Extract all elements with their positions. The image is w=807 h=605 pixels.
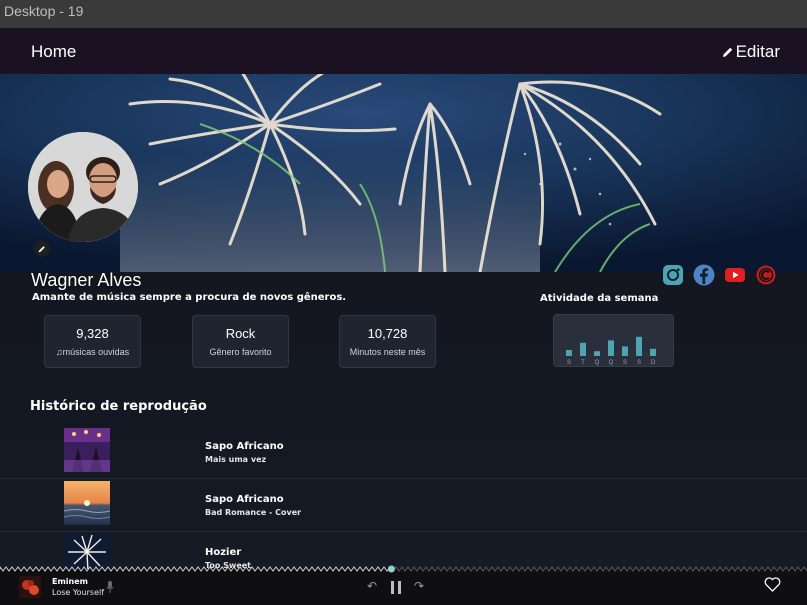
track-title: Hozier — [205, 547, 242, 558]
history-title: Histórico de reprodução — [30, 399, 207, 414]
stat-label: Minutos neste mês — [349, 347, 426, 357]
activity-chart: STQQSSD — [553, 314, 674, 367]
track-title: Sapo Africano — [205, 494, 284, 505]
history-row[interactable]: Sapo Africano Mais uma vez — [0, 426, 807, 479]
activity-bar — [650, 348, 656, 356]
stat-value: Rock — [225, 326, 256, 341]
stat-label: Gênero favorito — [209, 347, 272, 357]
instagram-icon[interactable] — [662, 264, 684, 286]
forward-icon[interactable]: ↷ — [414, 579, 424, 593]
now-playing-artist: Eminem — [52, 577, 88, 586]
stat-value: 10,728 — [367, 326, 408, 341]
avatar[interactable] — [28, 132, 138, 242]
profile-name: Wagner Alves — [31, 270, 142, 290]
activity-day-label: T — [581, 360, 585, 366]
activity-day-label: S — [637, 360, 641, 366]
album-thumbnail — [64, 428, 110, 472]
pencil-icon — [38, 246, 45, 253]
activity-day-label: Q — [609, 360, 614, 366]
pause-icon[interactable] — [391, 581, 401, 594]
custom-c-icon[interactable] — [755, 264, 777, 286]
activity-bar — [636, 336, 642, 356]
social-links — [662, 264, 777, 286]
stat-songs-played: 9,328 ♫músicas ouvidas — [44, 315, 141, 368]
now-playing-song: Lose Yourself — [52, 588, 105, 597]
activity-bar — [608, 340, 614, 356]
stat-favorite-genre: Rock Gênero favorito — [192, 315, 289, 368]
activity-day-label: D — [651, 360, 656, 366]
history-row[interactable]: Sapo Africano Bad Romance - Cover — [0, 479, 807, 532]
player-bar: Eminem Lose Yourself ↶ ↷ — [0, 569, 807, 605]
stat-label: ♫músicas ouvidas — [55, 347, 130, 357]
activity-bar — [622, 346, 628, 356]
music-note-icon: ♫ — [55, 347, 63, 357]
avatar-photo — [28, 132, 138, 242]
activity-day-label: S — [623, 360, 627, 366]
edit-button[interactable]: Editar — [722, 42, 780, 62]
now-playing-thumbnail — [19, 576, 41, 598]
progress-waveform[interactable] — [0, 565, 807, 573]
stat-minutes-month: 10,728 Minutos neste mês — [339, 315, 436, 368]
album-thumbnail — [64, 481, 110, 525]
progress-played — [0, 566, 391, 572]
profile-bio: Amante de música sempre a procura de nov… — [32, 292, 347, 303]
facebook-icon[interactable] — [693, 264, 715, 286]
activity-day-label: Q — [595, 360, 600, 366]
activity-bar — [580, 342, 586, 356]
home-link[interactable]: Home — [31, 42, 76, 62]
activity-bar — [566, 350, 572, 356]
heart-icon[interactable] — [764, 577, 781, 592]
activity-day-label: S — [567, 360, 571, 366]
track-subtitle: Bad Romance - Cover — [205, 508, 302, 517]
progress-remaining — [391, 566, 807, 572]
track-title: Sapo Africano — [205, 441, 284, 452]
progress-handle[interactable] — [387, 565, 395, 573]
window-title: Desktop - 19 — [0, 0, 807, 28]
top-bar: Home Editar — [0, 28, 807, 74]
app: Home Editar Wagner Alves Amante de músic… — [0, 28, 807, 605]
pencil-icon — [722, 47, 732, 57]
youtube-icon[interactable] — [724, 264, 746, 286]
activity-bar — [594, 351, 600, 356]
rewind-icon[interactable]: ↶ — [367, 579, 377, 593]
track-subtitle: Mais uma vez — [205, 455, 267, 464]
activity-title: Atividade da semana — [540, 293, 659, 304]
stat-value: 9,328 — [76, 326, 109, 341]
edit-label: Editar — [735, 42, 780, 61]
avatar-edit-button[interactable] — [34, 241, 50, 257]
microphone-icon[interactable] — [106, 581, 114, 593]
